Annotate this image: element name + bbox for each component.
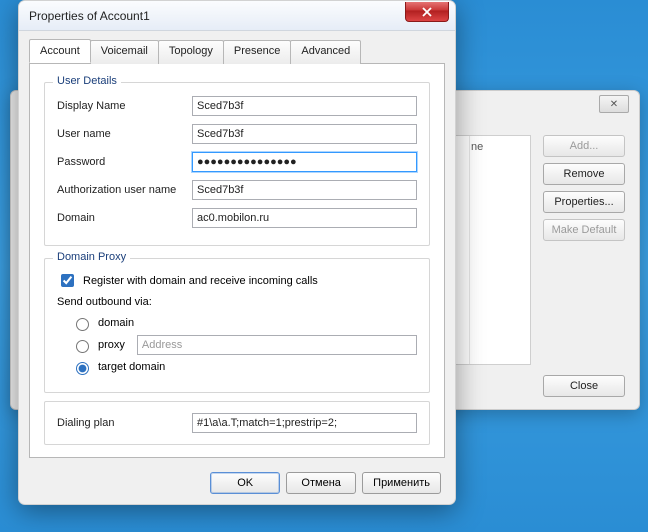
ok-button[interactable]: OK xyxy=(210,472,280,494)
cancel-button[interactable]: Отмена xyxy=(286,472,356,494)
close-button[interactable]: Close xyxy=(543,375,625,397)
outbound-proxy-label: proxy xyxy=(98,339,125,351)
domain-input[interactable] xyxy=(192,208,417,228)
user-name-label: User name xyxy=(57,128,192,140)
make-default-button[interactable]: Make Default xyxy=(543,219,625,241)
add-button[interactable]: Add... xyxy=(543,135,625,157)
outbound-domain-label: domain xyxy=(98,317,134,329)
password-label: Password xyxy=(57,156,192,168)
tab-voicemail[interactable]: Voicemail xyxy=(90,40,159,64)
user-details-legend: User Details xyxy=(53,75,121,87)
auth-user-input[interactable] xyxy=(192,180,417,200)
password-input[interactable] xyxy=(192,152,417,172)
domain-proxy-group: Domain Proxy Register with domain and re… xyxy=(44,258,430,393)
tabs: Account Voicemail Topology Presence Adva… xyxy=(29,39,445,64)
domain-label: Domain xyxy=(57,212,192,224)
window-close-button[interactable] xyxy=(405,2,449,22)
domain-proxy-legend: Domain Proxy xyxy=(53,251,130,263)
outbound-target-radio[interactable] xyxy=(76,362,89,375)
dialing-plan-label: Dialing plan xyxy=(57,417,192,429)
dialing-plan-input[interactable] xyxy=(192,413,417,433)
auth-user-label: Authorization user name xyxy=(57,184,192,196)
tab-presence[interactable]: Presence xyxy=(223,40,291,64)
close-icon: ✕ xyxy=(610,99,618,110)
dialing-plan-group: Dialing plan xyxy=(44,401,430,445)
display-name-label: Display Name xyxy=(57,100,192,112)
outbound-target-label: target domain xyxy=(98,361,165,373)
close-icon xyxy=(422,7,432,17)
tab-account[interactable]: Account xyxy=(29,39,91,63)
outbound-proxy-radio[interactable] xyxy=(76,340,89,353)
proxy-address-input[interactable] xyxy=(137,335,417,355)
tab-panel-account: User Details Display Name User name Pass… xyxy=(29,64,445,458)
register-label: Register with domain and receive incomin… xyxy=(83,275,318,287)
account-properties-dialog: Properties of Account1 Account Voicemail… xyxy=(18,0,456,505)
user-details-group: User Details Display Name User name Pass… xyxy=(44,82,430,246)
window-title: Properties of Account1 xyxy=(29,9,150,23)
titlebar[interactable]: Properties of Account1 xyxy=(19,1,455,31)
user-name-input[interactable] xyxy=(192,124,417,144)
outbound-domain-radio[interactable] xyxy=(76,318,89,331)
remove-button[interactable]: Remove xyxy=(543,163,625,185)
tab-topology[interactable]: Topology xyxy=(158,40,224,64)
send-outbound-label: Send outbound via: xyxy=(57,296,417,308)
bg-close-button[interactable]: ✕ xyxy=(599,95,629,113)
register-checkbox[interactable] xyxy=(61,274,74,287)
properties-button[interactable]: Properties... xyxy=(543,191,625,213)
apply-button[interactable]: Применить xyxy=(362,472,441,494)
display-name-input[interactable] xyxy=(192,96,417,116)
tab-advanced[interactable]: Advanced xyxy=(290,40,361,64)
